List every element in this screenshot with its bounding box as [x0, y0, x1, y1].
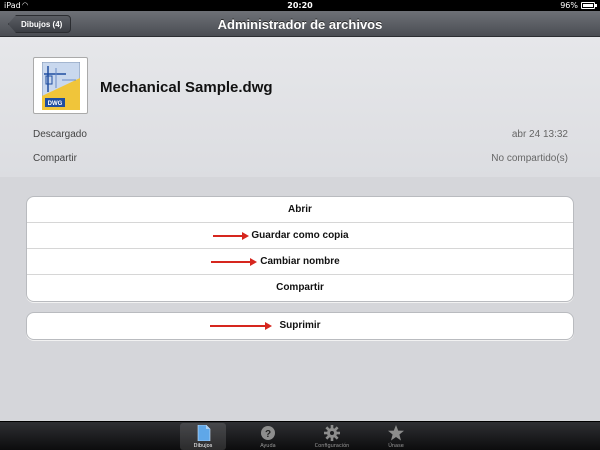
file-name: Mechanical Sample.dwg: [100, 79, 273, 96]
downloaded-label: Descargado: [33, 129, 87, 140]
battery-percent: 96%: [560, 1, 578, 10]
battery-icon: [581, 2, 597, 9]
gear-icon: [324, 425, 340, 441]
rename-label: Cambiar nombre: [260, 256, 340, 267]
file-thumbnail: DWG: [33, 57, 88, 114]
tab-help[interactable]: ? Ayuda: [245, 423, 291, 450]
status-time: 20:20: [287, 1, 313, 10]
annotation-arrow: [210, 322, 272, 330]
tab-label: Únase: [388, 443, 404, 449]
tab-bar: Dibujos ? Ayuda Configuración Únase: [0, 421, 600, 450]
tab-drawings[interactable]: Dibujos: [180, 423, 226, 450]
delete-label: Suprimir: [279, 320, 321, 331]
status-bar: iPad ◠ 20:20 96%: [0, 0, 600, 11]
file-actions-group: Abrir Guardar como copia Cambiar nombre …: [26, 196, 574, 302]
tab-settings[interactable]: Configuración: [309, 423, 355, 450]
tab-label: Dibujos: [193, 443, 213, 449]
tab-label: Configuración: [314, 443, 350, 449]
annotation-arrow: [211, 258, 257, 266]
delete-button[interactable]: Suprimir: [27, 313, 573, 339]
delete-actions-group: Suprimir: [26, 312, 574, 340]
share-label: Compartir: [276, 282, 324, 293]
save-copy-label: Guardar como copia: [251, 230, 349, 241]
annotation-arrow: [213, 232, 249, 240]
downloaded-value: abr 24 13:32: [511, 129, 568, 140]
share-button[interactable]: Compartir: [27, 275, 573, 301]
open-label: Abrir: [288, 204, 312, 215]
svg-text:?: ?: [265, 429, 271, 440]
rename-button[interactable]: Cambiar nombre: [27, 249, 573, 275]
dwg-label: DWG: [48, 101, 63, 107]
dwg-file-icon: DWG: [42, 62, 80, 110]
share-status-value: No compartido(s): [491, 153, 568, 164]
open-button[interactable]: Abrir: [27, 197, 573, 223]
save-copy-button[interactable]: Guardar como copia: [27, 223, 573, 249]
share-status-label: Compartir: [33, 153, 77, 164]
tab-label: Ayuda: [260, 443, 276, 449]
star-icon: [388, 425, 404, 441]
document-icon: [197, 425, 211, 441]
page-title: Administrador de archivos: [217, 17, 383, 32]
navigation-bar: Dibujos (4) Administrador de archivos: [0, 11, 600, 37]
tab-join[interactable]: Únase: [373, 423, 419, 450]
file-info-panel: DWG Mechanical Sample.dwg Descargado abr…: [0, 37, 600, 177]
help-icon: ?: [261, 426, 275, 440]
